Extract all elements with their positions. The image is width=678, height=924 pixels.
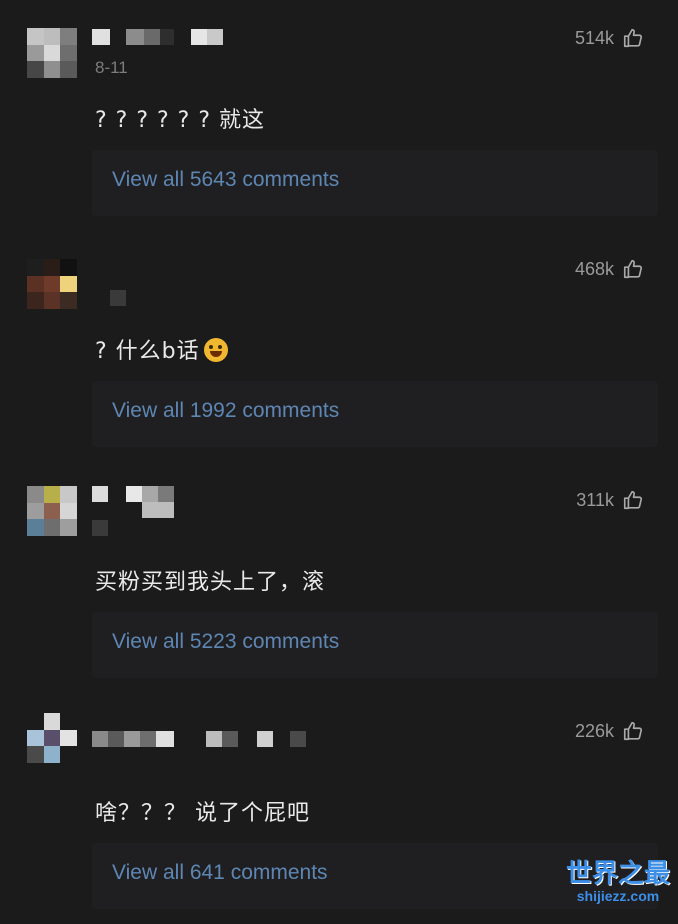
- comment-item: 311k 买粉买到我头上了，滚 View all 5223 comments: [0, 462, 678, 693]
- like-button[interactable]: 226k: [575, 720, 644, 742]
- comment-text: ? ? ? ? ? ? 就这: [95, 108, 266, 133]
- avatar[interactable]: [27, 259, 77, 309]
- thumbs-up-icon: [623, 259, 643, 279]
- like-count: 468k: [574, 258, 614, 279]
- thumbs-up-icon: [623, 490, 643, 510]
- comment-text: 买粉买到我头上了，滚: [95, 570, 326, 595]
- comment-date: 8-11: [95, 58, 128, 77]
- view-replies-label: View all 5223 comments: [112, 630, 340, 653]
- view-replies-button[interactable]: View all 5223 comments: [92, 612, 658, 678]
- thumbs-up-icon: [623, 721, 643, 741]
- watermark-title: 世界之最: [565, 859, 670, 889]
- avatar[interactable]: [27, 713, 77, 763]
- like-button[interactable]: 468k: [575, 258, 644, 280]
- view-replies-button[interactable]: View all 5643 comments: [92, 150, 658, 216]
- avatar[interactable]: [27, 28, 77, 78]
- comment-item: 468k ? 什么b话 View all 1992 comments: [0, 231, 678, 462]
- like-count: 514k: [574, 27, 614, 48]
- comment-text: ? 什么b话: [95, 333, 228, 365]
- view-replies-label: View all 5643 comments: [112, 168, 340, 191]
- view-replies-button[interactable]: View all 1992 comments: [92, 381, 658, 447]
- view-replies-label: View all 1992 comments: [112, 399, 340, 422]
- comment-text-content: ? 什么b话: [95, 339, 200, 364]
- grinning-emoji-icon: [203, 338, 228, 362]
- like-count: 226k: [574, 720, 614, 741]
- avatar[interactable]: [27, 486, 77, 536]
- thumbs-up-icon: [623, 28, 643, 48]
- like-count: 311k: [576, 489, 614, 510]
- comment-item: 8-11 514k ? ? ? ? ? ? 就这 View all 5643 c…: [0, 0, 678, 231]
- watermark-logo: 世界之最 shijiezz.com: [566, 853, 670, 904]
- like-button[interactable]: 514k: [575, 27, 644, 49]
- comment-text: 啥？？？ 说了个屁吧: [95, 801, 310, 826]
- view-replies-label: View all 641 comments: [112, 861, 328, 884]
- watermark-url: shijiezz.com: [576, 888, 660, 904]
- like-button[interactable]: 311k: [576, 489, 644, 511]
